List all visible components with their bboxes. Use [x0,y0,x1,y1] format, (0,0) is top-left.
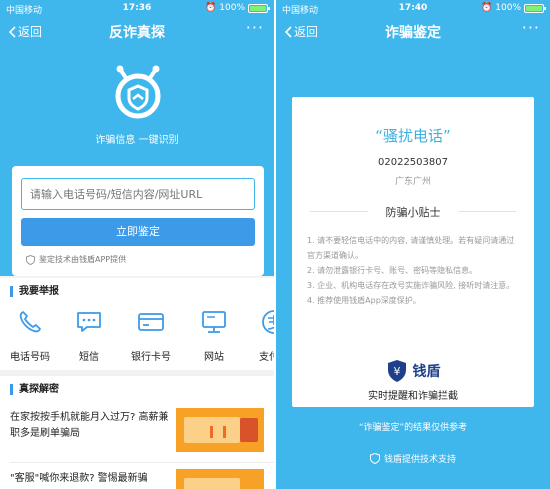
tip-item: 3. 企业、机构电话存在改号实施诈骗风险, 接听时请注意。 [307,281,515,290]
battery-icon [248,3,270,13]
alarm-icon: ⏰ [481,3,493,13]
footer-credit: 钱盾提供技术支持 [276,452,550,465]
battery-level [250,5,266,11]
detective-shield-icon [115,65,161,119]
search-input[interactable] [21,178,255,210]
right-screen: 中国移动 17:40 ⏰ 100% 返回 诈骗鉴定 ··· “骚扰电话” 020… [276,0,550,489]
report-bank-card[interactable]: 银行卡号 [121,308,181,363]
tip-item: 4. 推荐使用钱盾App深度保护。 [307,296,421,305]
tip-item: 2. 请勿泄露银行卡号、账号、密码等隐私信息。 [307,266,478,275]
tips-list: 1. 请不要轻信电话中的内容, 请谨慎处理。若有疑问请通过官方渠道确认。 2. … [307,233,521,308]
battery-level [526,5,542,11]
alipay-icon [262,310,274,334]
report-alipay[interactable]: 支付宝 [244,308,274,363]
back-label: 返回 [294,25,319,39]
tips-heading: 防骗小贴士 [292,204,534,220]
powered-by: 鉴定技术由钱盾APP提供 [26,254,126,265]
powered-label: 鉴定技术由钱盾APP提供 [39,255,127,264]
divider [10,462,274,463]
brand-logo: ¥ 钱盾 [292,359,534,383]
content-panel: 我要举报 电话号码 短信 银行卡号 网站 支付宝 真探 [0,276,274,489]
report-section: 我要举报 电话号码 短信 银行卡号 网站 支付宝 [0,278,274,370]
report-heading: 我要举报 [10,286,59,297]
reveal-section: 真探解密 在家按按手机就能月入过万? 高薪兼职多是刷单骗局 "客服"喊你来退款?… [0,376,274,489]
bank-card-icon [138,313,164,331]
phone-number: 02022503807 [378,157,448,168]
sms-icon [77,312,101,332]
report-label: 银行卡号 [131,352,171,363]
report-label: 电话号码 [10,352,50,363]
nav-bar: 返回 诈骗鉴定 ··· [276,16,550,46]
article-title: "客服"喊你来退款? 警惕最新骗 [10,473,148,484]
brand-slogan: 实时提醒和诈骗拦截 [368,391,458,402]
report-website[interactable]: 网站 [184,308,244,363]
brand-name: 钱盾 [412,364,441,380]
hero-tagline: 诈骗信息 一键识别 [95,135,179,146]
phone-icon [19,311,41,333]
back-button[interactable]: 返回 [8,23,42,40]
nav-bar: 返回 反诈真探 ··· [0,16,274,46]
brand-glyph: ¥ [393,365,400,378]
reveal-heading: 真探解密 [10,384,59,395]
credit-label: 钱盾提供技术支持 [383,455,456,465]
back-label: 返回 [18,25,43,39]
left-screen: 中国移动 17:36 ⏰ 100% 返回 反诈真探 ··· 诈骗信息 一键识别 … [0,0,274,489]
status-bar: 中国移动 17:36 ⏰ 100% [0,0,274,16]
chevron-left-icon [8,25,16,38]
report-label: 短信 [79,352,99,363]
tip-item: 1. 请不要轻信电话中的内容, 请谨慎处理。若有疑问请通过官方渠道确认。 [307,236,515,260]
website-icon [202,311,226,333]
shield-icon [369,453,380,464]
report-sms[interactable]: 短信 [59,308,119,363]
check-now-button[interactable]: 立即鉴定 [21,218,255,246]
more-button[interactable]: ··· [522,18,540,37]
phone-location: 广东广州 [394,177,431,187]
report-phone[interactable]: 电话号码 [0,308,60,363]
qiandun-shield-icon: ¥ [387,360,406,382]
battery-percent: 100% [219,3,245,13]
shield-icon [26,254,35,265]
disclaimer: “诈骗鉴定”的结果仅供参考 [358,423,468,433]
article-title: 在家按按手机就能月入过万? 高薪兼职多是刷单骗局 [10,412,169,439]
battery-percent: 100% [495,3,521,13]
search-card: 立即鉴定 鉴定技术由钱盾APP提供 [12,166,264,276]
more-button[interactable]: ··· [246,18,264,37]
back-button[interactable]: 返回 [284,23,318,40]
alarm-icon: ⏰ [205,3,217,13]
battery-icon [524,3,546,13]
chevron-left-icon [284,25,292,38]
result-label: “骚扰电话” [375,127,451,145]
report-label: 支付宝 [259,352,274,363]
result-card: “骚扰电话” 02022503807 广东广州 防骗小贴士 1. 请不要轻信电话… [292,97,534,407]
article-thumbnail [176,408,264,452]
status-bar: 中国移动 17:40 ⏰ 100% [276,0,550,16]
report-label: 网站 [204,352,224,363]
article-thumbnail [176,469,264,489]
